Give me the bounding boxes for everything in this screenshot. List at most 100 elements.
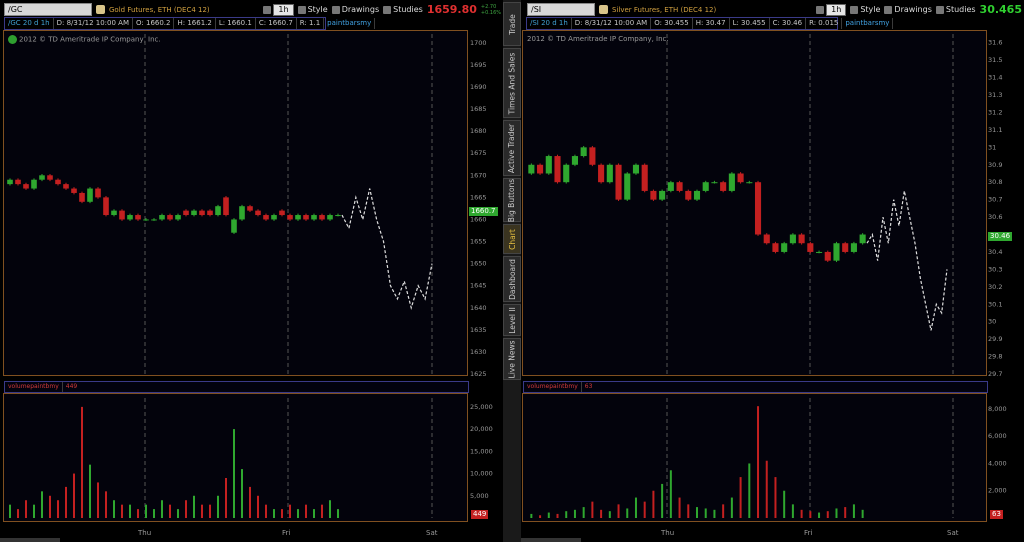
candle [103, 197, 109, 216]
candle [327, 215, 333, 220]
y-tick-label: 31 [988, 143, 996, 151]
y-tick-label: 31.6 [988, 39, 1002, 47]
candle [191, 210, 197, 216]
candle [303, 215, 309, 220]
volume-tick-label: 4,000 [988, 459, 1007, 467]
candle [746, 182, 753, 184]
volume-tick-label: 2,000 [988, 487, 1007, 495]
candle [239, 206, 245, 220]
volume-bar [765, 460, 768, 518]
volume-bar [81, 406, 83, 518]
candle [47, 175, 53, 180]
candle [167, 215, 173, 220]
candle [87, 188, 93, 202]
volume-bar [722, 504, 725, 518]
candle [711, 182, 718, 184]
y-tick-label: 30.8 [988, 178, 1002, 186]
volume-bar [17, 509, 19, 518]
volume-bar [105, 491, 107, 518]
left-chart-svg: 1700 1695 1690 1685 1680 1675 1670 1665 1660 1655… [7, 34, 493, 537]
y-tick-label: 31.2 [988, 108, 1002, 116]
candle [598, 164, 605, 183]
candle [754, 182, 762, 235]
volume-bar [273, 509, 275, 518]
volume-bar [249, 486, 251, 518]
y-tick-label: 1690 [470, 83, 487, 91]
volume-bar [687, 504, 690, 518]
y-tick-label: 29.9 [988, 335, 1002, 343]
volume-bar [643, 501, 646, 518]
candle [175, 215, 181, 220]
volume-bar [225, 478, 227, 518]
volume-bar [257, 495, 259, 518]
left-scrollbar[interactable] [0, 538, 60, 542]
volume-bar [185, 500, 187, 518]
x-tick-label: Fri [804, 529, 812, 537]
candle [55, 179, 61, 185]
y-tick-label: 29.7 [988, 370, 1002, 378]
right-chart-panel: /SI Silver Futures, ETH (DEC4 12) 1h Sty… [521, 0, 1024, 542]
candle [79, 192, 85, 202]
y-tick-label: 1640 [470, 304, 487, 312]
candle [763, 234, 770, 244]
volume-bar [169, 504, 171, 518]
y-tick-label: 1675 [470, 149, 487, 157]
right-chart-svg: 31.6 31.5 31.4 31.3 31.2 31.1 31 30.9 30.8 30.7 30… [528, 34, 1007, 537]
volume-bar [600, 509, 603, 518]
volume-bar [97, 482, 99, 518]
volume-bar [748, 463, 751, 518]
tab-times-and-sales[interactable]: Times And Sales [503, 48, 521, 118]
tab-dashboard[interactable]: Dashboard [503, 256, 521, 302]
volume-bar [9, 504, 11, 518]
candle [263, 215, 269, 220]
candle [545, 156, 552, 174]
candle [720, 182, 727, 191]
projection-line [341, 188, 433, 310]
volume-bar [193, 495, 195, 518]
candle [143, 219, 149, 221]
candle [247, 206, 253, 211]
x-tick-label: Thu [660, 529, 674, 537]
x-tick-label: Sat [426, 529, 438, 537]
tab-trade[interactable]: Trade [503, 2, 521, 46]
candle [685, 190, 692, 200]
volume-bar [313, 509, 315, 518]
volume-tick-label: 20,000 [470, 425, 493, 433]
tab-chart[interactable]: Chart [503, 224, 521, 254]
candle [255, 210, 261, 216]
volume-bar [73, 473, 75, 518]
candle [127, 215, 133, 220]
volume-bar [704, 508, 707, 518]
volume-bar [539, 515, 542, 518]
volume-bar [617, 504, 620, 518]
candle [667, 182, 674, 191]
volume-bar [661, 483, 664, 518]
candle [624, 173, 631, 200]
tab-active-trader[interactable]: Active Trader [503, 120, 521, 176]
volume-bar [861, 509, 864, 518]
y-tick-label: 30.1 [988, 300, 1002, 308]
candle [632, 164, 640, 174]
y-tick-label: 1630 [470, 348, 487, 356]
tab-level-ii[interactable]: Level II [503, 304, 521, 336]
volume-bar [57, 500, 59, 518]
volume-bar [608, 511, 611, 518]
y-tick-label: 30 [988, 318, 996, 326]
y-tick-label: 1635 [470, 326, 487, 334]
candle [151, 219, 157, 221]
volume-bar [137, 509, 139, 518]
tab-big-buttons[interactable]: Big Buttons [503, 178, 521, 222]
tab-live-news[interactable]: Live News [503, 338, 521, 380]
volume-bar [652, 490, 655, 518]
y-tick-label: 30.3 [988, 265, 1002, 273]
candle [798, 234, 805, 244]
candle [39, 175, 45, 180]
volume-bar [33, 504, 35, 518]
volume-bar [153, 509, 155, 518]
candle [271, 215, 277, 220]
candle [23, 184, 29, 189]
candle [135, 215, 141, 220]
volume-bar [826, 511, 829, 518]
volume-bar [582, 507, 585, 518]
right-scrollbar[interactable] [521, 538, 581, 542]
